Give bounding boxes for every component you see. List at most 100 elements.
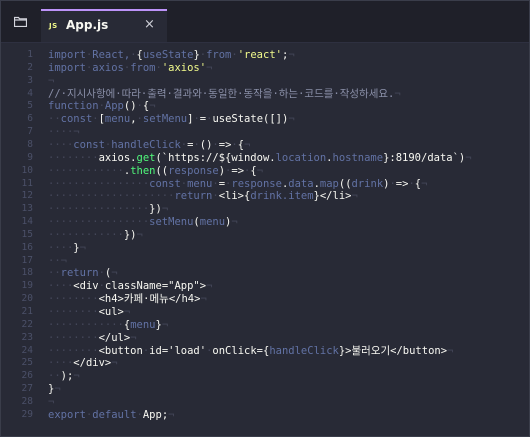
code-line[interactable]: 11 ················const·menu·=·response.… — [1, 178, 529, 190]
code-line[interactable]: 12 ····················return·<li>{drink.… — [1, 190, 529, 202]
code-line[interactable]: 19 ····<div·className="App">¬ — [1, 280, 529, 292]
code-line[interactable]: 28 ¬ — [1, 396, 529, 408]
line-number: 8 — [27, 138, 33, 150]
code-line[interactable]: 29 export·default·App;¬ — [1, 409, 529, 421]
code-token: => — [218, 138, 232, 151]
code-token: ); — [60, 370, 74, 383]
code-line[interactable]: 3 ¬ — [1, 75, 529, 87]
code-line[interactable]: 21 ········<ul>¬ — [1, 306, 529, 318]
code-token: ¬ — [161, 203, 169, 216]
code-token: ¬ — [48, 395, 55, 408]
line-number: 14 — [21, 216, 33, 228]
code-token: React, — [92, 49, 131, 61]
code-token: axios. — [98, 151, 137, 164]
code-token: ···· — [48, 138, 74, 151]
code-text: ············.then((response)·=>·{¬ — [48, 165, 263, 177]
code-token: ¬ — [161, 318, 169, 331]
code-token: from — [206, 49, 232, 61]
code-text: ····<div·className="App">¬ — [48, 280, 212, 292]
code-line[interactable]: 26 ··);¬ — [1, 370, 529, 382]
code-line[interactable]: 16 ····}¬ — [1, 242, 529, 254]
code-token: default — [92, 408, 137, 421]
code-area[interactable]: 1 import·React,·{useState}·from·'react';¬… — [1, 44, 529, 436]
js-file-icon: JS — [49, 22, 58, 30]
code-token: drink.item — [250, 190, 314, 203]
code-token: ············ — [48, 164, 124, 177]
code-token: location — [275, 151, 327, 164]
code-token: menu — [187, 177, 213, 190]
code-line[interactable]: 7 ····¬ — [1, 126, 529, 138]
code-line[interactable]: 1 import·React,·{useState}·from·'react';¬ — [1, 49, 529, 61]
editor-tab-bar: JS App.js × — [1, 1, 529, 43]
code-token: ·· — [48, 113, 61, 126]
code-token: get — [136, 151, 156, 164]
code-token: <h4>카페·메뉴</h4> — [98, 293, 201, 306]
code-line[interactable]: 8 ····const·handleClick·=·()·=>·{¬ — [1, 139, 529, 151]
code-text: ········axios.get(`https://${window.loca… — [48, 152, 472, 164]
line-number: 11 — [21, 177, 33, 189]
code-text: //·지시사항에·따라·출력·결과와·동일한·동작을·하는·코드를·작성하세요.… — [48, 88, 401, 100]
line-number: 27 — [21, 383, 33, 395]
code-token: ········ — [48, 306, 99, 318]
code-token: ················ — [48, 216, 150, 229]
code-line[interactable]: 14 ················setMenu(menu)¬ — [1, 216, 529, 228]
code-text: ····}¬ — [48, 242, 86, 254]
line-number: 15 — [21, 228, 33, 240]
code-line[interactable]: 4 //·지시사항에·따라·출력·결과와·동일한·동작을·하는·코드를·작성하세요… — [1, 88, 529, 100]
code-token: ········ — [48, 344, 99, 357]
code-line[interactable]: 27}¬ — [1, 383, 529, 395]
code-token: ····¬ — [48, 126, 80, 139]
code-text: ················const·menu·=·response.da… — [48, 178, 427, 190]
line-number: 18 — [21, 267, 33, 279]
line-number: 12 — [21, 190, 33, 202]
code-text: ··);¬ — [48, 370, 80, 382]
code-token: }:8190/data`) — [383, 151, 466, 164]
code-token: ¬ — [123, 306, 131, 318]
code-line[interactable]: 5 function·App()·{¬ — [1, 100, 529, 112]
code-token: className="App"> — [104, 280, 207, 293]
code-token: ¬ — [206, 61, 213, 74]
code-token: (( — [155, 164, 169, 177]
code-line[interactable]: 6 ··const·[menu,·setMenu]·=·useState([])¬ — [1, 113, 529, 125]
code-token: response — [168, 164, 219, 177]
code-token: handleClick — [111, 138, 181, 151]
code-token: ··¬ — [48, 254, 67, 267]
code-line[interactable]: 9 ········axios.get(`https://${window.loc… — [1, 152, 529, 164]
code-token: ············ — [48, 318, 124, 331]
line-number: 28 — [21, 395, 33, 407]
line-number: 29 — [21, 408, 33, 420]
code-text: ········<h4>카페·메뉴</h4>¬ — [48, 293, 207, 305]
code-text: ········</ul>¬ — [48, 332, 137, 344]
code-line[interactable]: 24 ········<button·id='load'·onClick={han… — [1, 345, 529, 357]
code-token: ········ — [48, 293, 99, 306]
code-token: return — [174, 190, 213, 203]
code-line[interactable]: 10 ············.then((response)·=>·{¬ — [1, 165, 529, 177]
tab-app-js[interactable]: JS App.js × — [41, 9, 167, 42]
code-line[interactable]: 15 ············})¬ — [1, 229, 529, 241]
folder-icon[interactable] — [14, 16, 27, 27]
line-number: 1 — [27, 49, 33, 60]
code-line[interactable]: 17 ··¬ — [1, 255, 529, 267]
code-line[interactable]: 22 ············{menu}¬ — [1, 319, 529, 331]
code-token: ¬ — [394, 87, 401, 100]
line-number: 9 — [27, 151, 33, 163]
code-line[interactable]: 20 ········<h4>카페·메뉴</h4>¬ — [1, 293, 529, 305]
code-token: }) — [123, 228, 137, 241]
code-token: menu — [199, 216, 226, 229]
code-token: menu — [130, 318, 156, 331]
code-token: App; — [142, 408, 169, 421]
code-line[interactable]: 23 ········</ul>¬ — [1, 332, 529, 344]
code-line[interactable]: 13 ················})¬ — [1, 203, 529, 215]
code-line[interactable]: 2 import·axios·from·'axios'¬ — [1, 62, 529, 74]
code-line[interactable]: 25 ····</div>¬ — [1, 357, 529, 369]
code-token: ¬ — [168, 408, 175, 421]
code-text: ········<ul>¬ — [48, 306, 130, 318]
code-line[interactable]: 18 ··return·(¬ — [1, 267, 529, 279]
close-icon[interactable]: × — [144, 17, 155, 32]
code-text: ················setMenu(menu)¬ — [48, 216, 238, 228]
code-token: data — [288, 177, 314, 190]
line-number: 3 — [27, 74, 33, 86]
line-number: 19 — [21, 280, 33, 292]
code-text: ··¬ — [48, 255, 67, 267]
code-token: ¬ — [465, 151, 472, 164]
